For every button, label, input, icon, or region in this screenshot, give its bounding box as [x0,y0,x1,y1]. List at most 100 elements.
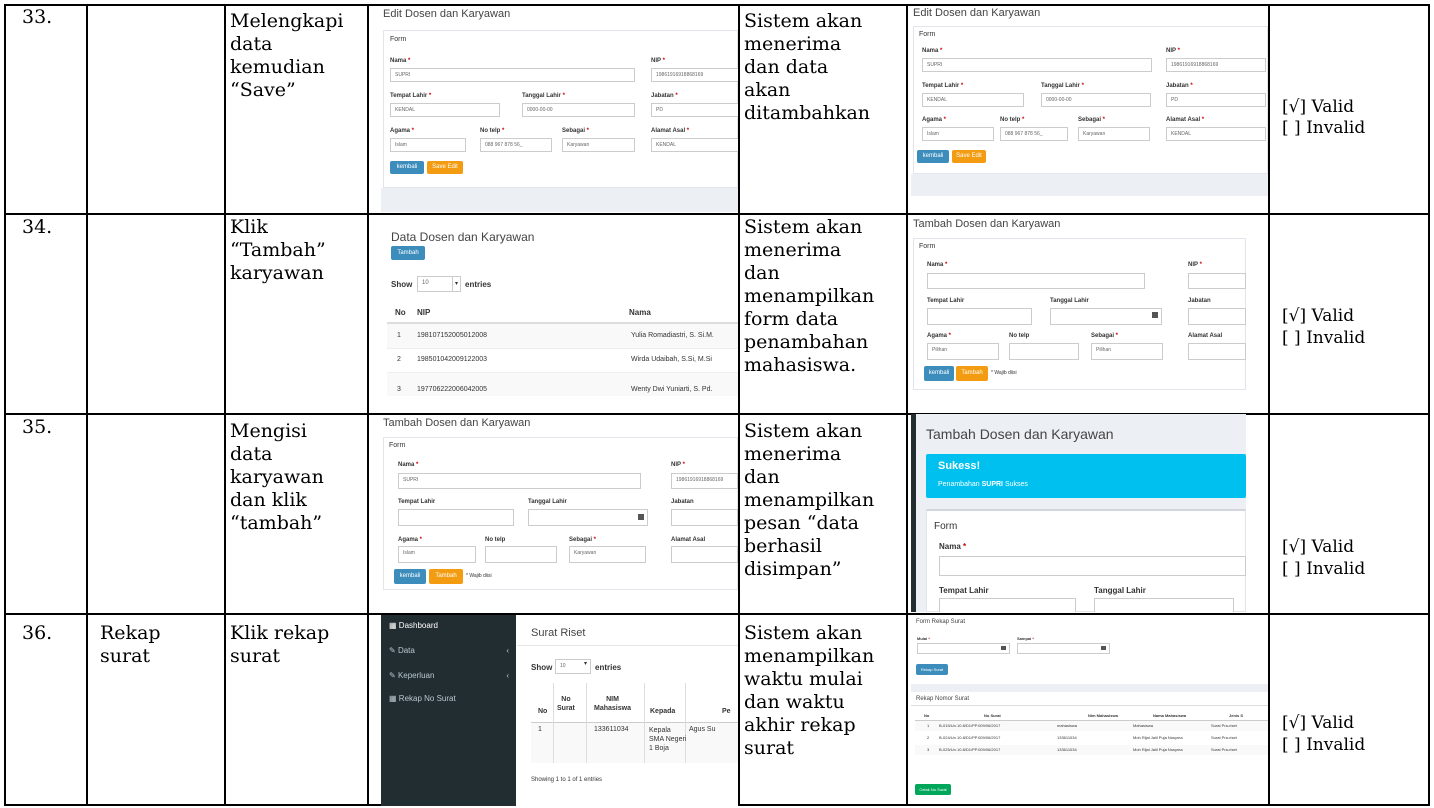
screenshot-rekap: Form Rekap Surat Mulai * Sampai * Rekap … [911,616,1268,804]
tempat-input[interactable] [927,308,1032,325]
jabatan-input[interactable] [1188,308,1246,325]
tempat-input[interactable] [398,509,514,526]
calendar-icon[interactable] [1001,646,1006,650]
save-edit-button[interactable]: Save Edit [427,161,463,174]
agama-select[interactable]: Islam [398,546,476,563]
col-kepada: Kepada [650,708,676,715]
agama-select[interactable]: Pilihan [927,343,999,360]
agama-label: Agama * [390,128,415,134]
nama-input[interactable]: SUPRI [922,58,1152,72]
tempat-input[interactable] [939,598,1076,612]
nama-input[interactable] [927,273,1145,289]
separator [911,684,1268,692]
cell-nama: Moh Rijal Jalil Puja Nusyma [1133,735,1183,740]
cell-nip: 198501042009122003 [417,356,488,363]
sebagai-select[interactable]: Karyawan [569,546,646,563]
title-divider [911,705,1268,706]
alamat-label: Alamat Asal * [651,128,690,134]
cell-no-surat: B-024/Un.10.8/D1/PP.009/06/2017 [939,735,1001,740]
alamat-input[interactable] [671,546,738,563]
agama-input[interactable]: Islam [390,138,466,152]
tambah-button[interactable]: Tambah [391,246,425,260]
sampai-input[interactable] [1017,643,1110,654]
tambah-submit-button[interactable]: Tambah [956,366,988,381]
save-edit-button[interactable]: Save Edit [952,150,986,163]
cell-nama: Wenty Dwi Yuniarti, S. Pd. [631,386,713,393]
cell-nama: Wirda Udaibah, S.Si, M.Si [631,356,712,363]
mulai-input[interactable] [917,643,1010,654]
sebagai-select[interactable]: Pilihan [1091,343,1163,360]
valid-checkbox: [√] Valid [1282,713,1355,733]
tempat-input[interactable]: KENDAL [922,93,1024,107]
sebagai-label: Sebagai * [1078,117,1106,123]
screenshot-surat-riset: ▦ Dashboard ✎ Data ‹ ✎ Keperluan ‹ ▦ Rek… [381,615,738,806]
nip-label: NIP * [1188,262,1202,268]
col-line [644,683,645,763]
tanggal-label: Tanggal Lahir [1050,298,1089,304]
nama-input[interactable] [939,556,1246,576]
nip-input[interactable]: 19861916918868169 [671,473,738,489]
tambah-submit-button[interactable]: Tambah [429,569,463,584]
page-title: Tambah Dosen dan Karyawan [383,417,531,429]
edit-icon: ✎ [389,646,396,655]
jabatan-label: Jabatan * [1166,83,1193,89]
nip-input[interactable]: 19861916918868169 [1166,58,1266,72]
calendar-icon[interactable] [1101,646,1106,650]
rekap-surat-button[interactable]: Rekap Surat [916,664,948,675]
telp-input[interactable]: 088 967 878 56_ [1000,127,1068,141]
cell-nama: Mahasiswa [1133,723,1154,728]
success-alert: Sukess! Penambahan SUPRI Sukses [926,454,1246,498]
jabatan-input[interactable]: PD [1166,93,1266,107]
tanggal-input[interactable] [1050,308,1162,325]
nip-input[interactable] [1188,273,1246,289]
alamat-input[interactable]: KENDAL [1166,127,1266,141]
alert-message: Penambahan SUPRI Sukses [938,481,1028,488]
kembali-button[interactable]: kembali [394,569,426,584]
tanggal-input[interactable]: 0000-00-00 [522,103,635,117]
telp-input[interactable] [1009,343,1079,360]
tanggal-input[interactable] [1094,598,1234,612]
show-label: Show [391,280,413,289]
jabatan-input[interactable] [671,509,738,526]
feature-text: Rekap surat [100,622,161,667]
cell-nama: Yulia Romadiastri, S. Si.M. [631,332,714,339]
col-divider [86,4,88,806]
telp-input[interactable]: 088 967 878 56_ [480,138,552,152]
nama-input[interactable]: SUPRI [398,473,641,489]
cell-no: 1 [927,723,930,728]
screenshot-edit-form-result: Edit Dosen dan Karyawan Form Nama * SUPR… [911,6,1268,196]
tempat-input[interactable]: KENDAL [390,103,500,117]
col-divider [224,4,226,806]
sebagai-input[interactable]: Karyawan [1078,127,1150,141]
screenshot-tambah-filled: Tambah Dosen dan Karyawan Form Nama * SU… [381,415,738,590]
tanggal-input[interactable]: 0000-00-00 [1041,93,1151,107]
jabatan-input[interactable]: PD [651,103,738,117]
tanggal-input[interactable] [528,509,648,526]
sidebar-item-keperluan[interactable]: ✎ Keperluan ‹ [389,671,509,680]
sebagai-label: Sebagai * [562,128,590,134]
sidebar-item-rekap[interactable]: ▦ Rekap No Surat [389,694,456,703]
alamat-input[interactable]: KENDAL [651,138,738,152]
nip-input[interactable]: 19861916918868169 [651,68,738,82]
nama-input[interactable]: SUPRI [390,68,635,82]
telp-input[interactable] [485,546,557,563]
expected-text: Sistem akan menerima dan menampilkan pes… [744,420,875,580]
calendar-icon[interactable] [638,514,644,520]
sidebar-item-data[interactable]: ✎ Data ‹ [389,646,509,655]
cetak-button[interactable]: Cetak No Surat [915,784,951,795]
sebagai-input[interactable]: Karyawan [562,138,635,152]
agama-input[interactable]: Islam [922,127,994,141]
sidebar-item-dashboard[interactable]: ▦ Dashboard [389,621,438,630]
alamat-input[interactable] [1188,343,1246,360]
kembali-button[interactable]: kembali [924,366,954,381]
telp-label: No telp [485,537,506,543]
calendar-icon[interactable] [1152,312,1158,318]
tanggal-label: Tanggal Lahir [528,499,567,505]
entries-label: entries [595,663,622,672]
valid-checkbox: [√] Valid [1282,97,1355,117]
row-number: 36. [22,622,53,644]
nama-label: Nama * [922,48,943,54]
kembali-button[interactable]: kembali [390,161,424,174]
page-title: Data Dosen dan Karyawan [391,230,535,244]
kembali-button[interactable]: kembali [917,150,949,163]
